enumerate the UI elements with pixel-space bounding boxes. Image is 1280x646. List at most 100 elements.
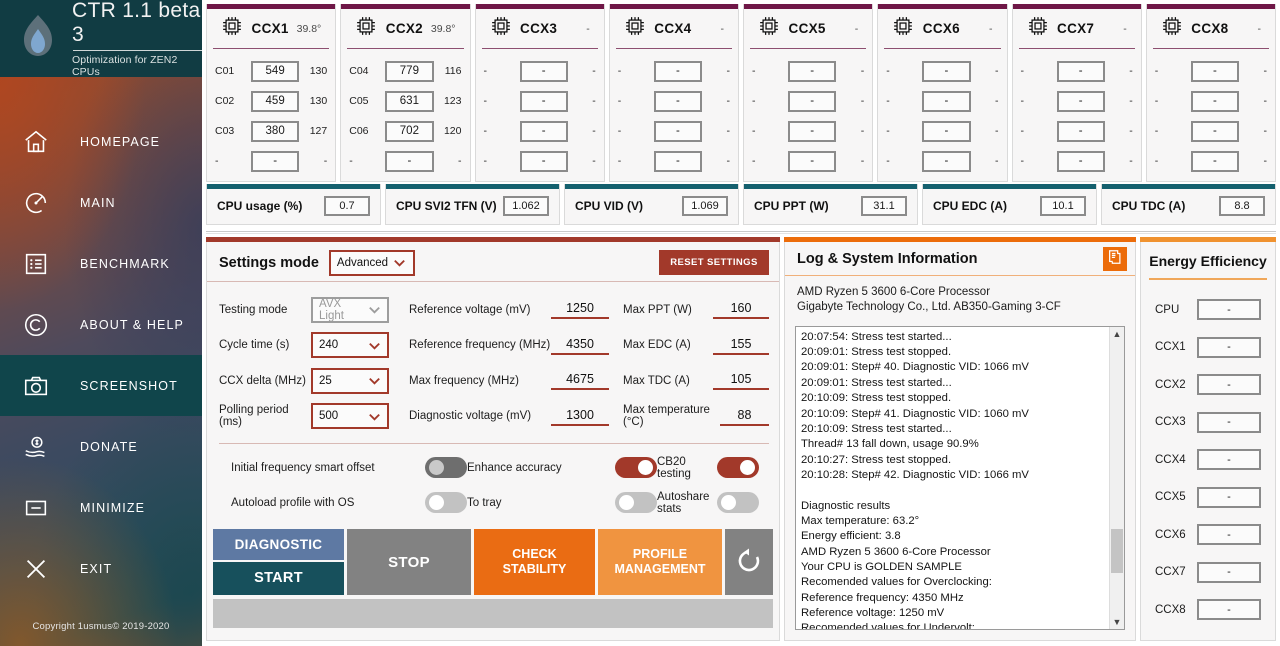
core-frequency-value[interactable]: - (922, 90, 971, 112)
setting-row-ccx-delta-mhz: CCX delta (MHz) 25 (219, 363, 409, 399)
ccx-core-list: C01 549 130 C02 459 130 C03 380 127 - - - (207, 49, 335, 180)
energy-label: CCX3 (1155, 416, 1186, 429)
setting-select[interactable]: 25 (311, 367, 389, 394)
settings-mode-select[interactable]: Advanced (328, 249, 415, 276)
core-frequency-value[interactable]: - (1056, 150, 1105, 172)
setting-value: AVX Light (319, 297, 344, 322)
core-frequency-value[interactable]: - (1190, 90, 1239, 112)
log-title: Log & System Information (797, 251, 978, 268)
toggle-switch[interactable] (615, 492, 657, 513)
chevron-down-icon (365, 302, 383, 317)
ccx-core-row: --- (616, 86, 732, 116)
core-frequency-value[interactable]: - (1056, 90, 1105, 112)
settings-accent-bar (206, 237, 780, 242)
core-frequency-value[interactable]: - (788, 150, 837, 172)
metric-label: CPU EDC (A) (933, 199, 1007, 213)
log-line: 20:07:54: Stress test started... (801, 330, 952, 343)
core-frequency-value[interactable]: 549 (251, 60, 300, 82)
sidebar-item-about-help[interactable]: ABOUT & HELP (0, 294, 202, 355)
settings-column-reference: Reference voltage (mV) 1250 Reference freq… (409, 292, 609, 434)
diagnostic-button[interactable]: DIAGNOSTIC (213, 529, 344, 560)
ccx-core-row: --- (1153, 146, 1269, 176)
sidebar-item-donate[interactable]: DONATE (0, 416, 202, 477)
core-frequency-value[interactable]: 459 (251, 90, 300, 112)
core-frequency-value[interactable]: 779 (385, 60, 434, 82)
sidebar-item-main[interactable]: MAIN (0, 172, 202, 233)
sidebar-item-exit[interactable]: EXIT (0, 538, 202, 599)
sidebar-item-benchmark[interactable]: BENCHMARK (0, 233, 202, 294)
check-stability-button[interactable]: CHECK STABILITY (474, 529, 595, 595)
stop-button[interactable]: STOP (347, 529, 471, 595)
core-frequency-value[interactable]: - (922, 60, 971, 82)
core-frequency-value[interactable]: - (653, 150, 702, 172)
core-secondary-value: - (1263, 155, 1268, 167)
core-frequency-value[interactable]: - (1190, 150, 1239, 172)
ccx-core-row: --- (750, 86, 866, 116)
core-frequency-value[interactable]: - (788, 90, 837, 112)
toggle-switch[interactable] (717, 492, 759, 513)
scroll-up-icon[interactable]: ▲ (1110, 327, 1124, 342)
core-frequency-value[interactable]: - (788, 120, 837, 142)
setting-numeric-input[interactable]: 1250 (551, 300, 609, 320)
start-button[interactable]: START (213, 562, 344, 595)
core-frequency-value[interactable]: - (1190, 120, 1239, 142)
setting-numeric-input[interactable]: 4350 (551, 336, 609, 355)
sidebar-item-minimize[interactable]: MINIMIZE (0, 477, 202, 538)
core-frequency-value[interactable]: - (1056, 120, 1105, 142)
toggle-switch[interactable] (615, 457, 657, 478)
core-frequency-value[interactable]: - (788, 60, 837, 82)
core-secondary-value: 130 (309, 95, 328, 107)
sidebar-item-homepage[interactable]: HOMEPAGE (0, 111, 202, 172)
core-frequency-value[interactable]: - (653, 120, 702, 142)
scroll-thumb[interactable] (1111, 529, 1123, 573)
setting-numeric-input[interactable]: 88 (719, 407, 769, 426)
core-frequency-value[interactable]: 702 (385, 120, 434, 142)
setting-value: 500 (319, 410, 339, 423)
setting-select[interactable]: 500 (311, 403, 389, 430)
core-frequency-value[interactable]: - (519, 90, 568, 112)
core-frequency-value[interactable]: - (922, 150, 971, 172)
camera-icon (14, 372, 58, 400)
core-frequency-value[interactable]: - (385, 150, 434, 172)
scroll-down-icon[interactable]: ▼ (1110, 614, 1124, 629)
refresh-button[interactable] (725, 529, 773, 595)
core-frequency-value[interactable]: 631 (385, 90, 434, 112)
core-id: - (886, 65, 890, 77)
log-output-box[interactable]: 20:07:54: Stress test started... 20:09:01… (795, 325, 1125, 630)
core-frequency-value[interactable]: - (1190, 60, 1239, 82)
setting-numeric-input[interactable]: 4675 (551, 371, 609, 391)
core-frequency-value[interactable]: - (922, 120, 971, 142)
sidebar-item-screenshot[interactable]: SCREENSHOT (0, 355, 202, 416)
energy-label: CCX7 (1155, 566, 1186, 579)
core-frequency-value[interactable]: - (653, 90, 702, 112)
profile-management-button[interactable]: PROFILE MANAGEMENT (598, 529, 722, 595)
setting-numeric-input[interactable]: 1300 (551, 407, 609, 426)
diagnostic-label: DIAGNOSTIC (234, 537, 323, 552)
ccx-header: CCX5 - (750, 9, 867, 49)
toggle-switch[interactable] (425, 492, 467, 513)
settings-grid: Testing mode AVX Light Cycle time (s) 240 CC… (207, 282, 779, 434)
home-icon (14, 128, 58, 156)
copy-log-button[interactable] (1103, 247, 1127, 272)
energy-row-cpu: CPU - (1155, 291, 1261, 329)
setting-select[interactable]: 240 (311, 332, 389, 359)
core-secondary-value: - (726, 125, 731, 137)
metric-label: CPU SVI2 TFN (V) (396, 199, 497, 213)
setting-numeric-input[interactable]: 160 (713, 300, 769, 320)
core-frequency-value[interactable]: 380 (251, 120, 300, 142)
setting-numeric-input[interactable]: 105 (713, 371, 769, 391)
log-scrollbar[interactable]: ▲ ▼ (1109, 326, 1124, 629)
core-frequency-value[interactable]: - (251, 150, 300, 172)
ccx-core-list: - - - - - - - - - - - - (476, 49, 604, 180)
reset-settings-button[interactable]: RESET SETTINGS (659, 250, 769, 275)
energy-value: - (1197, 374, 1261, 396)
core-frequency-value[interactable]: - (1056, 60, 1105, 82)
core-frequency-value[interactable]: - (519, 60, 568, 82)
setting-numeric-input[interactable]: 155 (713, 336, 769, 355)
core-frequency-value[interactable]: - (519, 120, 568, 142)
toggle-switch[interactable] (717, 457, 759, 478)
core-frequency-value[interactable]: - (519, 150, 568, 172)
toggle-switch[interactable] (425, 457, 467, 478)
ccx-temperature: 39.8° (296, 22, 322, 35)
core-frequency-value[interactable]: - (653, 60, 702, 82)
